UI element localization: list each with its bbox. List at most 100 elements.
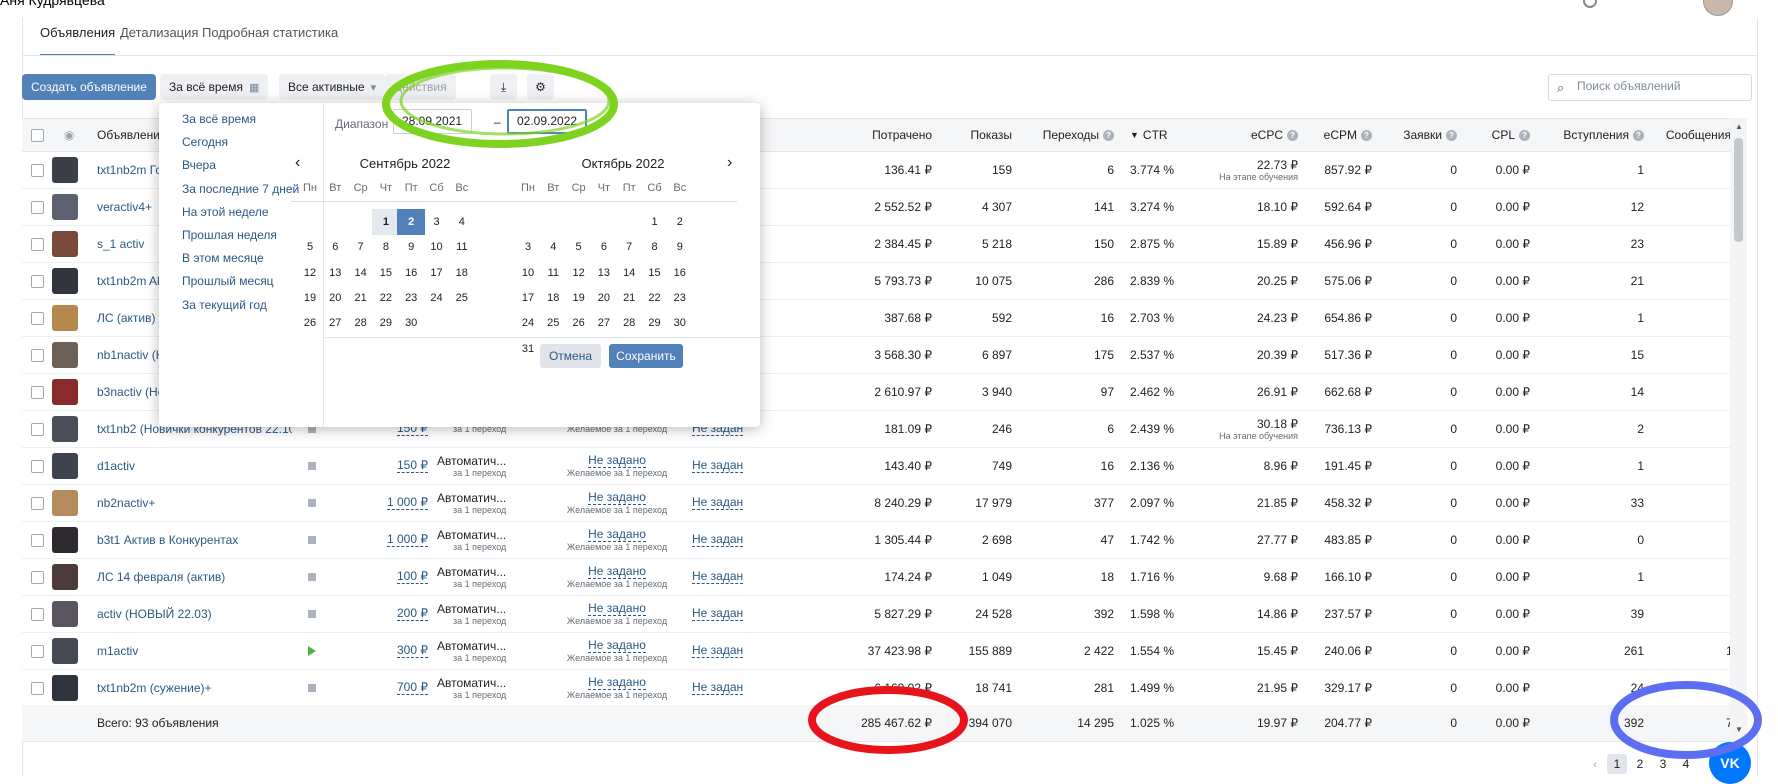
calendar-day[interactable]: 3 [514,234,542,260]
row-checkbox[interactable] [31,559,47,595]
ad-name-link[interactable]: d1activ [97,448,292,484]
calendar-day[interactable]: 5 [296,234,324,260]
col-spent[interactable]: Потрачено [792,119,932,151]
pause-icon[interactable] [308,670,328,706]
row-checkbox[interactable] [31,226,47,262]
period-link[interactable]: Не задан [692,448,762,484]
col-joins[interactable]: Вступления? [1530,119,1644,151]
row-checkbox[interactable] [31,411,47,447]
calendar-day[interactable]: 14 [347,260,375,286]
col-leads[interactable]: Заявки? [1372,119,1457,151]
calendar-day[interactable]: 3 [423,209,451,235]
settings-button[interactable]: ⚙ [527,74,554,100]
calendar-day[interactable]: 26 [296,310,324,336]
calendar-day[interactable]: 8 [641,234,669,260]
col-ecpc[interactable]: eCPC? [1192,119,1298,151]
budget-link[interactable]: 100 ₽ [358,559,428,595]
next-month-icon[interactable]: › [727,154,732,172]
period-button[interactable]: За всё время ▦ [160,74,269,100]
period-link[interactable]: Не задан [692,670,762,706]
table-row[interactable]: txt1nb2m (сужение)+ 700 ₽ Автоматич... за 1… [22,670,1746,707]
row-checkbox[interactable] [31,485,47,521]
calendar-day[interactable]: 12 [296,260,324,286]
calendar-day[interactable]: 21 [615,285,643,311]
download-button[interactable]: ⤓ [490,74,517,100]
period-link[interactable]: Не задан [692,485,762,521]
target-cost[interactable]: Не задано Желаемое за 1 переход [542,485,692,521]
row-checkbox[interactable] [31,152,47,188]
calendar-day[interactable]: 21 [347,285,375,311]
calendar-day[interactable]: 22 [372,285,400,311]
calendar-day[interactable]: 20 [321,285,349,311]
date-to-input[interactable]: 02.09.2022 [507,109,587,134]
calendar-day[interactable]: 7 [347,234,375,260]
calendar-day[interactable]: 19 [296,285,324,311]
target-cost[interactable]: Не задано Желаемое за 1 переход [542,596,692,632]
table-row[interactable]: d1activ 150 ₽ Автоматич... за 1 переход Не з… [22,448,1746,485]
budget-link[interactable]: 150 ₽ [358,448,428,484]
pause-icon[interactable] [308,448,328,484]
row-checkbox[interactable] [31,596,47,632]
period-preset-item[interactable]: За текущий год [182,298,267,312]
pause-icon[interactable] [308,559,328,595]
budget-link[interactable]: 200 ₽ [358,596,428,632]
calendar-day[interactable]: 23 [397,285,425,311]
calendar-day[interactable]: 8 [372,234,400,260]
calendar-day[interactable]: 7 [615,234,643,260]
cancel-button[interactable]: Отмена [540,344,601,368]
period-link[interactable]: Не задан [692,522,762,558]
calendar-day[interactable]: 17 [423,260,451,286]
calendar-day[interactable]: 19 [565,285,593,311]
ad-name-link[interactable]: m1activ [97,633,292,669]
calendar-day[interactable]: 15 [372,260,400,286]
col-ecpm[interactable]: eCPM? [1298,119,1372,151]
bid-strategy[interactable]: Автоматич... за 1 переход [437,633,537,669]
calendar-day[interactable]: 22 [641,285,669,311]
calendar-day[interactable]: 15 [641,260,669,286]
calendar-day[interactable]: 6 [590,234,618,260]
scroll-down-icon[interactable]: ▼ [1735,725,1743,734]
period-preset-item[interactable]: Прошлая неделя [182,228,277,242]
calendar-day[interactable]: 10 [514,260,542,286]
tab-statistics[interactable]: Подробная статистика [202,18,338,56]
calendar-day[interactable]: 11 [539,260,567,286]
period-preset-item[interactable]: За последние 7 дней [182,182,299,196]
calendar-day[interactable]: 29 [372,310,400,336]
pause-icon[interactable] [308,596,328,632]
bid-strategy[interactable]: Автоматич... за 1 переход [437,522,537,558]
budget-link[interactable]: 1 000 ₽ [358,485,428,521]
table-row[interactable]: b3t1 Актив в Конкурентах 1 000 ₽ Автоматич… [22,522,1746,559]
calendar-day[interactable]: 1 [371,209,400,235]
target-cost[interactable]: Не задано Желаемое за 1 переход [542,448,692,484]
table-row[interactable]: m1activ 300 ₽ Автоматич... за 1 переход Не з… [22,633,1746,670]
eye-icon[interactable]: ◉ [64,119,80,151]
calendar-day[interactable]: 27 [590,310,618,336]
calendar-day[interactable]: 23 [666,285,694,311]
bid-strategy[interactable]: Автоматич... за 1 переход [437,448,537,484]
avatar[interactable] [1703,0,1733,16]
page-1[interactable]: 1 [1607,754,1627,774]
calendar-day[interactable]: 4 [539,234,567,260]
budget-link[interactable]: 300 ₽ [358,633,428,669]
calendar-day[interactable]: 25 [448,285,476,311]
table-row[interactable]: activ (НОВЫЙ 22.03) 200 ₽ Автоматич... за 1… [22,596,1746,633]
calendar-day[interactable]: 30 [397,310,425,336]
calendar-day[interactable]: 5 [565,234,593,260]
col-clicks[interactable]: Переходы? [1012,119,1114,151]
row-checkbox[interactable] [31,448,47,484]
notification-icon[interactable] [1583,0,1597,8]
prev-month-icon[interactable]: ‹ [295,154,300,172]
page-4[interactable]: 4 [1676,754,1696,774]
ad-name-link[interactable]: txt1nb2m (сужение)+ [97,670,292,706]
calendar-day[interactable]: 4 [448,209,476,235]
col-ctr[interactable]: ▼ CTR [1130,119,1192,151]
calendar-day[interactable]: 29 [641,310,669,336]
calendar-day[interactable]: 18 [539,285,567,311]
calendar-day[interactable]: 24 [423,285,451,311]
period-link[interactable]: Не задан [692,596,762,632]
row-checkbox[interactable] [31,522,47,558]
period-link[interactable]: Не задан [692,559,762,595]
calendar-day[interactable]: 11 [448,234,476,260]
tab-ads[interactable]: Объявления [40,18,116,56]
calendar-day[interactable]: 16 [666,260,694,286]
